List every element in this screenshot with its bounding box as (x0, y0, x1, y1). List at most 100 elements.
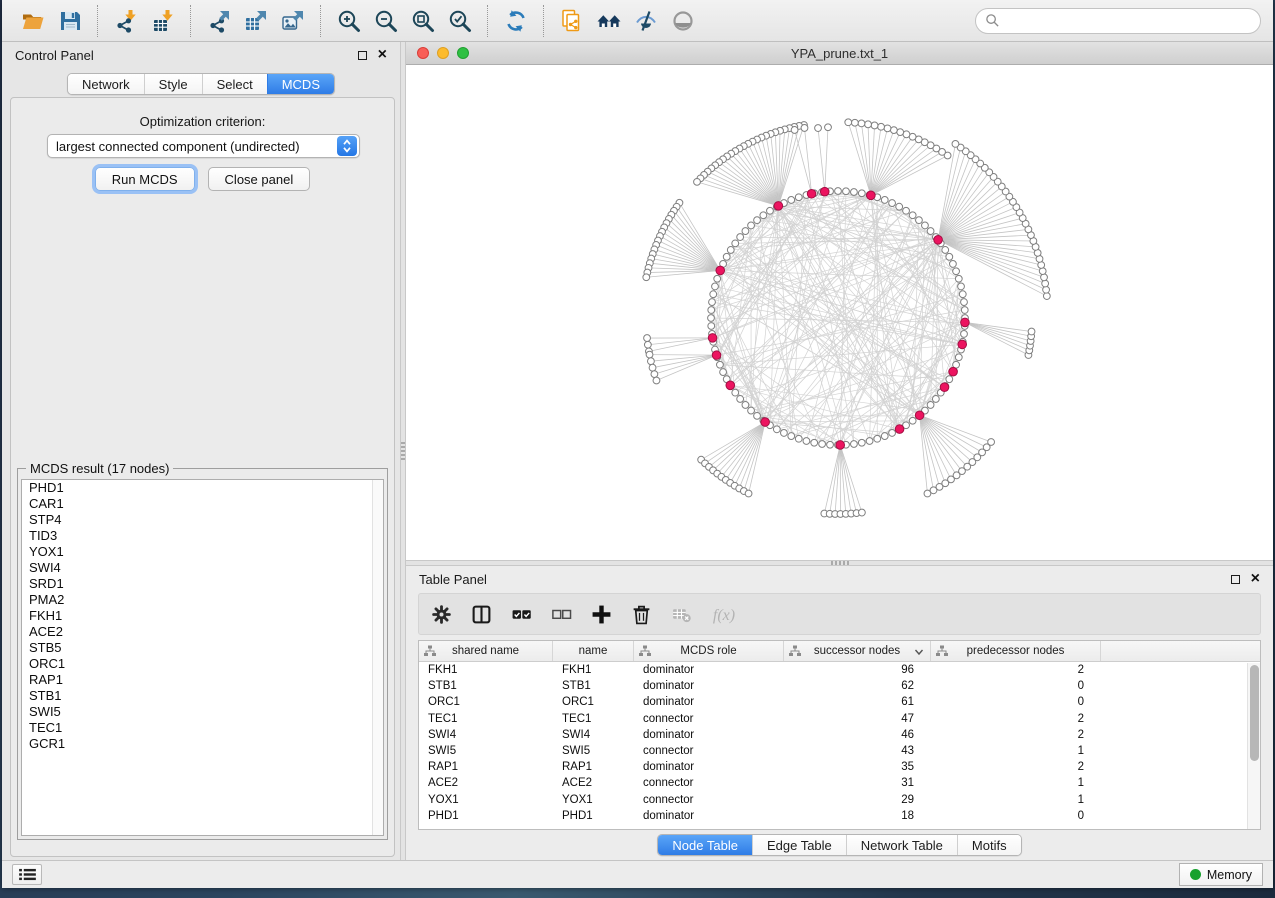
result-list-item[interactable]: TEC1 (22, 720, 383, 736)
table-cell[interactable]: ORC1 (419, 696, 553, 708)
share-document-icon[interactable] (556, 5, 587, 36)
export-network-icon[interactable] (203, 5, 234, 36)
tab-select[interactable]: Select (202, 74, 267, 94)
result-list-item[interactable]: STP4 (22, 512, 383, 528)
add-column-icon[interactable] (591, 603, 612, 625)
result-list-item[interactable]: SWI5 (22, 704, 383, 720)
zoom-selected-icon[interactable] (444, 5, 475, 36)
zoom-in-icon[interactable] (333, 5, 364, 36)
run-mcds-button[interactable]: Run MCDS (95, 167, 195, 191)
table-cell[interactable]: 0 (931, 810, 1101, 822)
table-cell[interactable]: STB1 (419, 680, 553, 692)
float-panel-icon[interactable] (1231, 575, 1240, 584)
table-cell[interactable]: 18 (784, 810, 931, 822)
tab-style[interactable]: Style (144, 74, 202, 94)
window-minimize-icon[interactable] (437, 47, 449, 59)
home-views-icon[interactable] (593, 5, 624, 36)
hide-selected-eye-icon[interactable] (630, 5, 661, 36)
table-cell[interactable]: 31 (784, 777, 931, 789)
table-row[interactable]: SWI5SWI5connector431 (419, 743, 1260, 759)
table-cell[interactable]: connector (634, 713, 784, 725)
table-cell[interactable]: 43 (784, 745, 931, 757)
table-cell[interactable]: PHD1 (553, 810, 634, 822)
table-cell[interactable]: 96 (784, 664, 931, 676)
result-list-item[interactable]: RAP1 (22, 672, 383, 688)
table-cell[interactable]: SWI5 (553, 745, 634, 757)
task-history-button[interactable] (12, 864, 42, 885)
deselect-all-rows-icon[interactable] (551, 603, 572, 625)
save-session-icon[interactable] (54, 5, 85, 36)
result-list-item[interactable]: CAR1 (22, 496, 383, 512)
table-cell[interactable]: TEC1 (419, 713, 553, 725)
result-list-item[interactable]: STB5 (22, 640, 383, 656)
result-list-item[interactable]: STB1 (22, 688, 383, 704)
select-all-rows-icon[interactable] (511, 603, 532, 625)
table-cell[interactable]: dominator (634, 761, 784, 773)
import-network-icon[interactable] (110, 5, 141, 36)
float-panel-icon[interactable] (358, 51, 367, 60)
table-cell[interactable]: RAP1 (553, 761, 634, 773)
network-canvas[interactable] (406, 65, 1273, 560)
export-table-icon[interactable] (240, 5, 271, 36)
column-header-shared-name[interactable]: shared name (419, 641, 553, 661)
table-cell[interactable]: PHD1 (419, 810, 553, 822)
table-tab-network-table[interactable]: Network Table (846, 835, 957, 855)
table-cell[interactable]: 61 (784, 696, 931, 708)
table-cell[interactable]: SWI4 (419, 729, 553, 741)
table-cell[interactable]: connector (634, 794, 784, 806)
splitter-grip[interactable] (831, 561, 849, 565)
settings-gear-icon[interactable] (431, 603, 452, 625)
result-list-item[interactable]: PMA2 (22, 592, 383, 608)
table-row[interactable]: PHD1PHD1dominator180 (419, 808, 1260, 824)
result-list-item[interactable]: ORC1 (22, 656, 383, 672)
column-header-MCDS-role[interactable]: MCDS role (634, 641, 784, 661)
table-cell[interactable]: 2 (931, 729, 1101, 741)
table-cell[interactable]: FKH1 (553, 664, 634, 676)
toggle-columns-icon[interactable] (471, 603, 492, 625)
table-cell[interactable]: TEC1 (553, 713, 634, 725)
table-row[interactable]: TEC1TEC1connector472 (419, 711, 1260, 727)
table-row[interactable]: SWI4SWI4dominator462 (419, 727, 1260, 743)
open-file-icon[interactable] (17, 5, 48, 36)
table-cell[interactable]: dominator (634, 680, 784, 692)
result-list-item[interactable]: SWI4 (22, 560, 383, 576)
table-row[interactable]: ACE2ACE2connector311 (419, 775, 1260, 791)
close-panel-icon[interactable]: × (378, 50, 387, 60)
criterion-select[interactable]: largest connected component (undirected) (47, 134, 360, 158)
table-cell[interactable]: STB1 (553, 680, 634, 692)
table-cell[interactable]: dominator (634, 729, 784, 741)
search-input[interactable] (1005, 13, 1251, 29)
refresh-layout-icon[interactable] (500, 5, 531, 36)
memory-button[interactable]: Memory (1179, 863, 1263, 886)
table-cell[interactable]: FKH1 (419, 664, 553, 676)
table-cell[interactable]: YOX1 (553, 794, 634, 806)
table-cell[interactable]: dominator (634, 696, 784, 708)
result-list-item[interactable]: ACE2 (22, 624, 383, 640)
table-cell[interactable]: 35 (784, 761, 931, 773)
table-cell[interactable]: dominator (634, 810, 784, 822)
table-cell[interactable]: SWI4 (553, 729, 634, 741)
table-cell[interactable]: 62 (784, 680, 931, 692)
table-tab-edge-table[interactable]: Edge Table (752, 835, 846, 855)
table-cell[interactable]: 29 (784, 794, 931, 806)
table-cell[interactable]: ACE2 (553, 777, 634, 789)
table-scrollbar-thumb[interactable] (1250, 665, 1259, 761)
table-cell[interactable]: RAP1 (419, 761, 553, 773)
result-list-item[interactable]: GCR1 (22, 736, 383, 752)
table-tab-motifs[interactable]: Motifs (957, 835, 1021, 855)
result-list-item[interactable]: PHD1 (22, 480, 383, 496)
table-cell[interactable]: 2 (931, 713, 1101, 725)
table-cell[interactable]: 0 (931, 680, 1101, 692)
table-cell[interactable]: 46 (784, 729, 931, 741)
table-cell[interactable]: ACE2 (419, 777, 553, 789)
result-list-scrollbar[interactable] (372, 480, 383, 835)
tab-network[interactable]: Network (68, 74, 144, 94)
table-row[interactable]: YOX1YOX1connector291 (419, 792, 1260, 808)
window-maximize-icon[interactable] (457, 47, 469, 59)
mcds-result-list[interactable]: PHD1CAR1STP4TID3YOX1SWI4SRD1PMA2FKH1ACE2… (21, 479, 384, 836)
result-list-item[interactable]: TID3 (22, 528, 383, 544)
table-cell[interactable]: ORC1 (553, 696, 634, 708)
table-row[interactable]: FKH1FKH1dominator962 (419, 662, 1260, 678)
zoom-fit-icon[interactable] (407, 5, 438, 36)
column-header-predecessor-nodes[interactable]: predecessor nodes (931, 641, 1101, 661)
